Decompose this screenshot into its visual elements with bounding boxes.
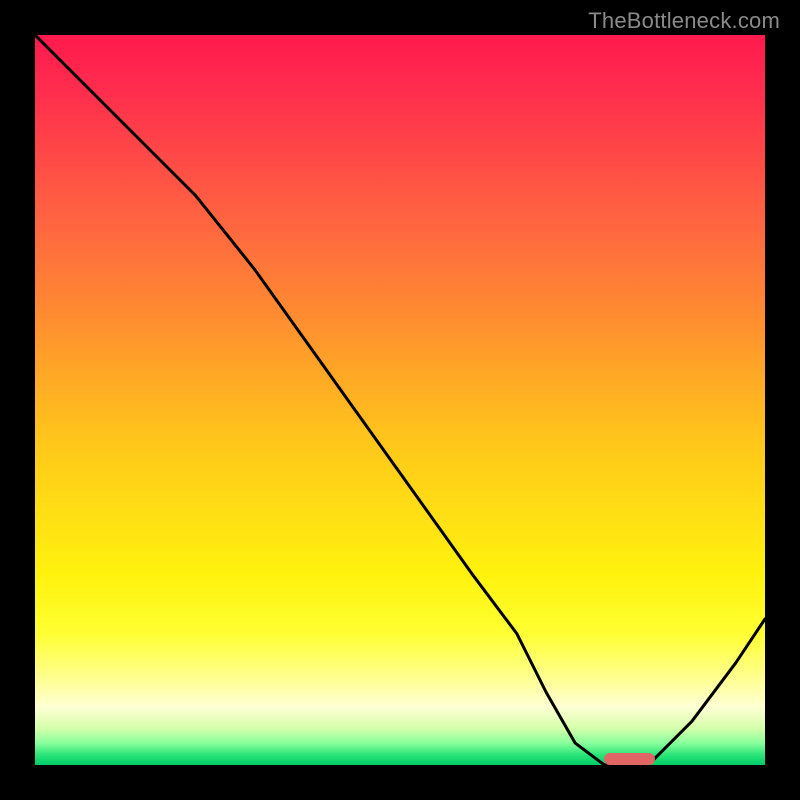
watermark-text: TheBottleneck.com xyxy=(588,8,780,34)
plot-area xyxy=(35,35,765,765)
curve-path xyxy=(35,35,765,765)
highlight-segment-marker xyxy=(604,753,655,765)
bottleneck-curve xyxy=(35,35,765,765)
chart-frame: TheBottleneck.com xyxy=(0,0,800,800)
